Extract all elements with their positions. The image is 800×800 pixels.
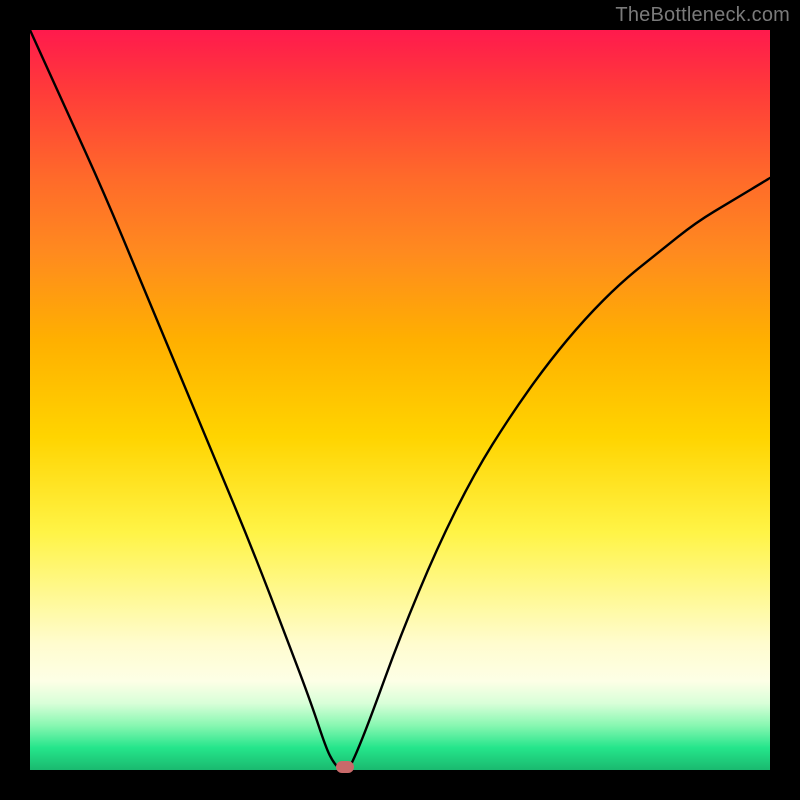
bottleneck-curve: [30, 30, 770, 770]
minimum-marker: [336, 761, 354, 773]
watermark-text: TheBottleneck.com: [615, 4, 790, 27]
plot-area: [30, 30, 770, 770]
chart-frame: TheBottleneck.com: [0, 0, 800, 800]
